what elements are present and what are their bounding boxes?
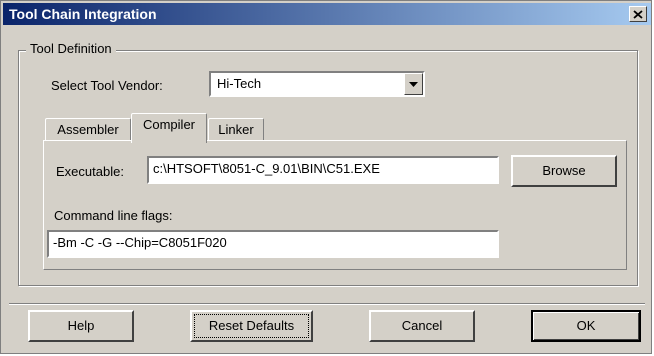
window-title: Tool Chain Integration — [9, 6, 157, 22]
tab-compiler-label: Compiler — [142, 117, 195, 132]
close-button[interactable] — [629, 6, 647, 22]
title-bar[interactable]: Tool Chain Integration — [3, 3, 651, 25]
help-button[interactable]: Help — [28, 310, 134, 342]
cancel-button[interactable]: Cancel — [369, 310, 475, 342]
tab-compiler[interactable]: Compiler — [131, 113, 207, 143]
tab-assembler-label: Assembler — [57, 122, 119, 137]
tab-assembler[interactable]: Assembler — [45, 118, 131, 141]
vendor-select-value: Hi-Tech — [217, 76, 262, 91]
tab-linker-label: Linker — [218, 122, 254, 137]
flags-label: Command line flags: — [54, 208, 173, 223]
dropdown-arrow-icon — [409, 81, 418, 87]
vendor-label: Select Tool Vendor: — [51, 78, 163, 93]
browse-button[interactable]: Browse — [511, 155, 617, 187]
dialog-window: Tool Chain Integration Tool Definition S… — [0, 0, 652, 354]
vendor-select[interactable]: Hi-Tech — [209, 71, 425, 97]
reset-defaults-button[interactable]: Reset Defaults — [190, 310, 313, 342]
tab-linker[interactable]: Linker — [208, 118, 264, 141]
vendor-dropdown-button[interactable] — [404, 73, 423, 95]
flags-input[interactable]: -Bm -C -G --Chip=C8051F020 — [47, 230, 499, 258]
tool-definition-legend: Tool Definition — [26, 41, 116, 56]
footer-separator — [9, 303, 645, 305]
executable-label: Executable: — [56, 164, 124, 179]
executable-input[interactable]: c:\HTSOFT\8051-C_9.01\BIN\C51.EXE — [147, 156, 499, 184]
ok-button[interactable]: OK — [531, 310, 641, 342]
close-x-icon — [633, 9, 643, 19]
